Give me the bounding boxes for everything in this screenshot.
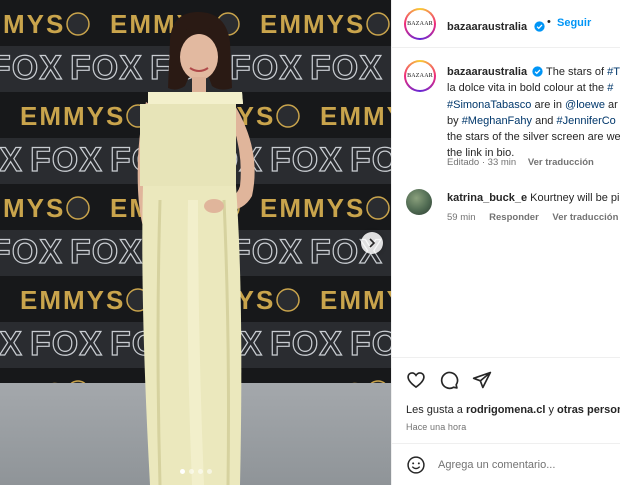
comment-time: 59 min	[447, 212, 476, 223]
follow-button[interactable]: Seguir	[557, 17, 591, 29]
likes-connector: y	[545, 404, 558, 416]
carousel-indicator	[180, 469, 212, 474]
comment-item: katrina_buck_e Kourtney will be pi 59 mi…	[392, 185, 620, 225]
comment-text-row: katrina_buck_e Kourtney will be pi	[447, 192, 619, 204]
carousel-dot	[207, 469, 212, 474]
caption-line: the stars of the silver screen are we	[447, 129, 620, 145]
caption-line: by #MeghanFahy and #JenniferCo	[447, 113, 620, 129]
next-photo-button[interactable]	[361, 232, 383, 254]
action-bar	[406, 370, 492, 390]
mention-link[interactable]: @loewe	[565, 99, 605, 111]
verified-badge-icon	[533, 21, 545, 32]
emoji-icon[interactable]	[406, 455, 426, 475]
avatar-logo: BAZAAR	[406, 62, 434, 90]
caption-text: and	[532, 114, 557, 127]
author-username-row: bazaaraustralia	[447, 17, 545, 35]
caption-text: la dolce vita in bold colour at the	[447, 82, 608, 95]
caption-text: by	[447, 114, 462, 127]
comment-meta: 59 min Responder Ver traducción	[447, 212, 620, 223]
caption-text: The stars of	[546, 66, 608, 78]
hashtag-link[interactable]: #SimonaTabasco	[447, 99, 531, 111]
caption-username[interactable]: bazaaraustralia	[447, 66, 527, 78]
hashtag-link[interactable]: #MeghanFahy	[462, 115, 532, 127]
carousel-dot	[198, 469, 203, 474]
post-caption: bazaaraustralia The stars of #Th la dolc…	[447, 64, 620, 162]
divider	[392, 443, 620, 444]
caption-first-line: bazaaraustralia The stars of #Th	[447, 64, 620, 80]
add-comment-input[interactable]	[438, 452, 613, 478]
comment-bubble-icon[interactable]	[439, 370, 459, 390]
likes-summary: Les gusta a rodrigomena.cl y otras perso…	[406, 404, 620, 416]
hashtag-link[interactable]: #	[607, 82, 613, 94]
likes-others-link[interactable]: otras person	[557, 404, 620, 416]
verified-badge-icon	[532, 66, 543, 77]
post-timestamp: Hace una hora	[406, 422, 467, 432]
hashtag-link[interactable]: #Th	[607, 66, 620, 78]
reply-button[interactable]: Responder	[489, 212, 539, 223]
chevron-right-icon	[369, 238, 376, 248]
caption-meta: Editado · 33 min Ver traducción	[447, 157, 594, 168]
share-paper-plane-icon[interactable]	[472, 370, 492, 390]
caption-text: the stars of the silver screen are we	[447, 131, 620, 144]
caption-author-avatar[interactable]: BAZAAR	[404, 60, 436, 92]
caption-text: ar	[604, 98, 618, 111]
carousel-dot	[189, 469, 194, 474]
commenter-username[interactable]: katrina_buck_e	[447, 192, 527, 204]
see-translation-link[interactable]: Ver traducción	[528, 157, 594, 168]
author-avatar[interactable]: BAZAAR	[404, 8, 436, 40]
author-username[interactable]: bazaaraustralia	[447, 21, 527, 33]
post-photo-subject	[137, 12, 255, 485]
post-header: BAZAAR bazaaraustralia • Seguir	[392, 0, 620, 48]
post-media[interactable]: EMMYSEMMYSEMMYSEMMYSFOXFOXFOXFOXFOXFOXEM…	[0, 0, 391, 485]
edited-time: Editado · 33 min	[447, 157, 517, 168]
comment-see-translation-link[interactable]: Ver traducción	[552, 212, 618, 223]
caption-text: are in	[531, 98, 566, 111]
post-details-panel: BAZAAR bazaaraustralia • Seguir BAZAAR b…	[391, 0, 620, 485]
comment-text: Kourtney will be pi	[530, 192, 620, 204]
avatar-logo: BAZAAR	[406, 10, 434, 38]
likes-user-link[interactable]: rodrigomena.cl	[466, 404, 545, 416]
caption-line: la dolce vita in bold colour at the #	[447, 80, 620, 96]
hashtag-link[interactable]: #JenniferCo	[556, 115, 615, 127]
commenter-avatar[interactable]	[406, 189, 432, 215]
like-heart-icon[interactable]	[406, 370, 426, 390]
divider	[392, 357, 620, 358]
follow-separator: •	[547, 16, 551, 28]
carousel-dot	[180, 469, 185, 474]
likes-prefix: Les gusta a	[406, 404, 466, 416]
caption-line: #SimonaTabasco are in @loewe ar	[447, 97, 620, 113]
